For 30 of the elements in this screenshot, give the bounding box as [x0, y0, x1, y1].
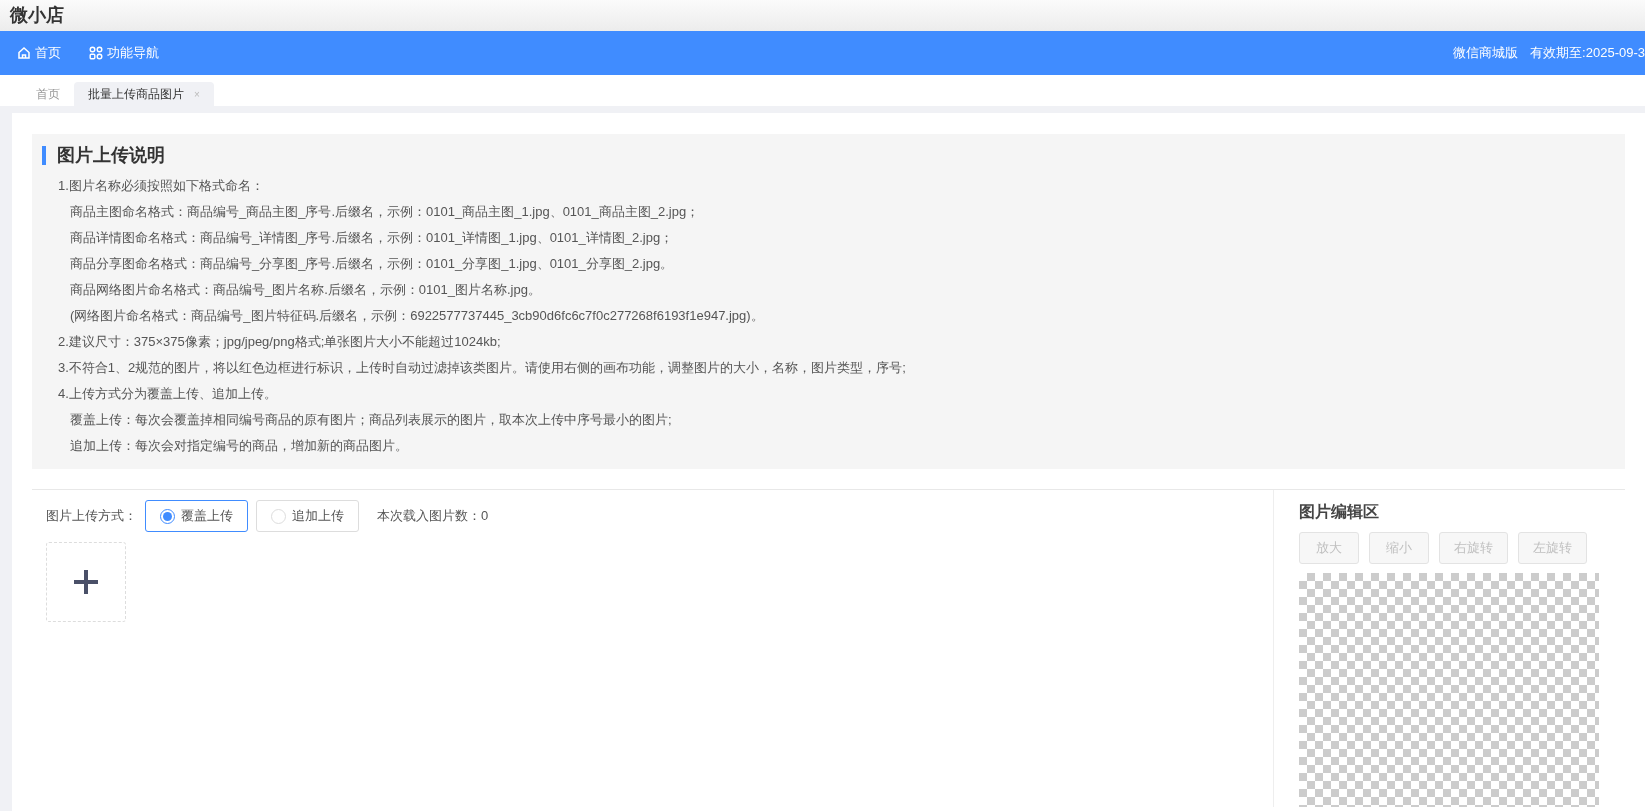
home-icon [17, 46, 31, 60]
plus-icon [73, 569, 99, 595]
instruction-line: 商品网络图片命名格式：商品编号_图片名称.后缀名，示例：0101_图片名称.jpg。 [70, 281, 541, 299]
instruction-line: 商品详情图命名格式：商品编号_详情图_序号.后缀名，示例：0101_详情图_1.jpg、0101_详情图_2.jpg； [70, 229, 674, 247]
instruction-line: 2.建议尺寸：375×375像素；jpg/jpeg/png格式;单张图片大小不能超过1024kb; [58, 333, 501, 351]
instruction-line: 3.不符合1、2规范的图片，将以红色边框进行标识，上传时自动过滤掉该类图片。请使用右侧的画布功能，调整图片的大小，名称，图片类型，序号; [58, 359, 906, 377]
upload-mode-label: 图片上传方式： [46, 507, 137, 526]
instructions-title: 图片上传说明 [57, 144, 165, 167]
instruction-line: 覆盖上传：每次会覆盖掉相同编号商品的原有图片；商品列表展示的图片，取本次上传中序号最小的图片; [70, 411, 672, 429]
expiry-date: 有效期至:2025-09-3 [1530, 44, 1645, 63]
heading-accent-bar [42, 146, 46, 165]
app-title: 微小店 [10, 4, 64, 27]
instruction-line: 1.图片名称必须按照如下格式命名： [58, 177, 264, 195]
grid-icon [89, 46, 103, 60]
nav-link[interactable]: 首页 [17, 43, 61, 63]
nav-link[interactable]: 功能导航 [89, 43, 159, 63]
close-icon[interactable]: × [194, 86, 200, 102]
editor-title: 图片编辑区 [1299, 502, 1380, 522]
page-tab[interactable]: 批量上传商品图片 × [74, 82, 214, 106]
instruction-line: 4.上传方式分为覆盖上传、追加上传。 [58, 385, 277, 403]
instruction-line: (网络图片命名格式：商品编号_图片特征码.后缀名，示例：6922577737445_3cb90d6fc6c7f0c277268f6193f1e947.jpg)。 [70, 307, 764, 325]
instruction-line: 追加上传：每次会对指定编号的商品，增加新的商品图片。 [70, 437, 408, 455]
instruction-line: 商品分享图命名格式：商品编号_分享图_序号.后缀名，示例：0101_分享图_1.jpg、0101_分享图_2.jpg。 [70, 255, 674, 273]
image-count: 本次载入图片数：0 [377, 507, 489, 526]
page-tab[interactable]: 首页 [22, 82, 74, 106]
radio-option[interactable]: 追加上传 [256, 500, 359, 532]
radio-option[interactable]: 覆盖上传 [145, 500, 248, 532]
edition-label: 微信商城版 [1453, 44, 1519, 63]
instruction-line: 商品主图命名格式：商品编号_商品主图_序号.后缀名，示例：0101_商品主图_1.jpg、0101_商品主图_2.jpg； [70, 203, 700, 221]
add-image-button[interactable] [46, 542, 126, 622]
